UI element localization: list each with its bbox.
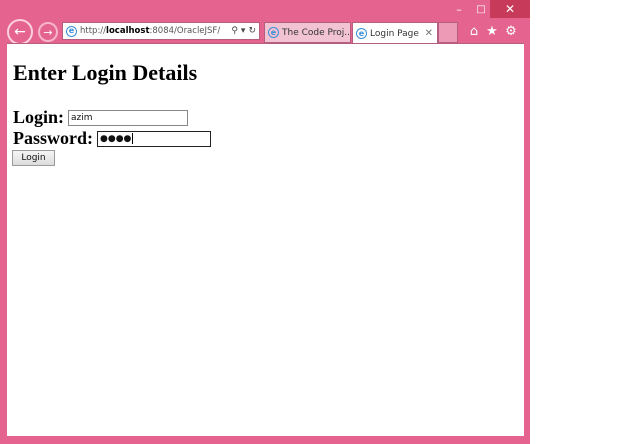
forward-button[interactable]: → bbox=[38, 22, 58, 42]
refresh-icon[interactable]: ↻ bbox=[248, 26, 256, 36]
url-host: localhost bbox=[106, 26, 150, 36]
new-tab-button[interactable] bbox=[438, 22, 458, 43]
maximize-button[interactable]: □ bbox=[472, 0, 490, 18]
minimize-button[interactable]: – bbox=[446, 0, 472, 18]
password-label: Password: bbox=[13, 128, 93, 148]
ie-page-icon: e bbox=[66, 25, 77, 37]
page-content: Enter Login Details Login: azim Password… bbox=[7, 43, 524, 436]
back-arrow-icon: ← bbox=[14, 24, 26, 40]
address-bar[interactable]: e http://localhost:8084/OracleJSF/ ⚲ ▾ ↻ bbox=[62, 22, 260, 40]
login-button[interactable]: Login bbox=[12, 150, 55, 166]
gear-icon[interactable]: ⚙ bbox=[502, 22, 520, 40]
home-icon[interactable]: ⌂ bbox=[465, 22, 483, 40]
tab-login-page[interactable]: e Login Page ✕ bbox=[352, 22, 438, 44]
password-mask: ●●●● bbox=[100, 133, 132, 144]
password-row: Password: ●●●● bbox=[13, 128, 211, 149]
navigation-bar: ← → e http://localhost:8084/OracleJSF/ ⚲… bbox=[0, 18, 530, 45]
ie-tab-icon: e bbox=[268, 27, 279, 38]
search-icon[interactable]: ⚲ bbox=[231, 26, 238, 36]
url-prefix: http:// bbox=[80, 26, 107, 36]
login-input[interactable]: azim bbox=[68, 109, 189, 126]
page-title: Enter Login Details bbox=[13, 60, 198, 85]
tab-close-icon[interactable]: ✕ bbox=[425, 28, 433, 39]
url-rest: :8084/OracleJSF/ bbox=[149, 26, 221, 36]
browser-window: – □ ✕ ← → e http://localhost:8084/Oracle… bbox=[0, 0, 530, 444]
forward-arrow-icon: → bbox=[43, 25, 53, 39]
login-value: azim bbox=[71, 112, 93, 123]
ie-tab-icon: e bbox=[356, 28, 367, 39]
login-label: Login: bbox=[13, 107, 65, 127]
back-button[interactable]: ← bbox=[7, 19, 33, 45]
text-caret bbox=[132, 133, 134, 144]
tab-label: The Code Proj... bbox=[282, 27, 351, 38]
tab-label: Login Page bbox=[370, 28, 419, 39]
title-bar: – □ ✕ bbox=[0, 0, 530, 18]
dropdown-icon[interactable]: ▾ bbox=[241, 26, 246, 36]
favorites-star-icon[interactable]: ★ bbox=[483, 22, 501, 40]
close-button[interactable]: ✕ bbox=[490, 0, 530, 18]
tab-the-code-project[interactable]: e The Code Proj... bbox=[264, 22, 351, 43]
login-row: Login: azim bbox=[13, 107, 189, 128]
address-actions: ⚲ ▾ ↻ bbox=[231, 26, 256, 36]
password-input[interactable]: ●●●● bbox=[97, 130, 211, 147]
address-url[interactable]: http://localhost:8084/OracleJSF/ bbox=[80, 26, 231, 36]
